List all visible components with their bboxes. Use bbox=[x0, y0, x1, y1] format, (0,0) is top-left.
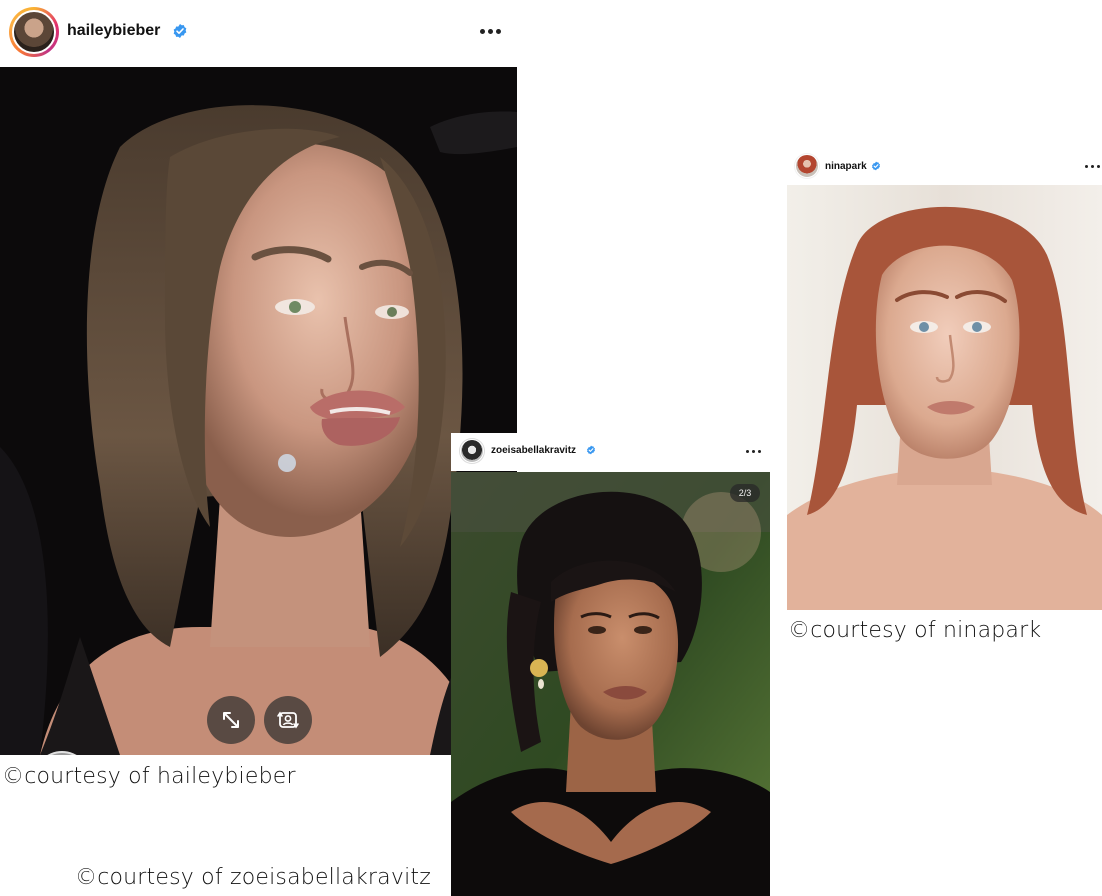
avatar-image bbox=[460, 439, 484, 463]
username[interactable]: zoeisabellakravitz bbox=[491, 445, 576, 456]
expand-icon bbox=[223, 712, 239, 728]
verified-badge-icon bbox=[173, 24, 187, 38]
verified-badge-icon bbox=[872, 161, 880, 171]
post-header-zoeisabellakravitz: zoeisabellakravitz bbox=[451, 433, 770, 471]
avatar-image bbox=[795, 154, 819, 178]
photo-credit-haileybieber: ©courtesy of haileybieber bbox=[2, 764, 296, 789]
photo-credit-zoeisabellakravitz: ©courtesy of zoeisabellakravitz bbox=[75, 865, 431, 890]
post-photo-haileybieber[interactable] bbox=[0, 67, 517, 755]
switch-camera-button[interactable] bbox=[264, 696, 312, 744]
story-avatar[interactable] bbox=[9, 7, 59, 57]
more-options-button[interactable] bbox=[1085, 165, 1100, 168]
avatar bbox=[12, 10, 56, 54]
more-options-button[interactable] bbox=[746, 450, 761, 453]
carousel-counter: 2/3 bbox=[730, 484, 760, 502]
avatar[interactable] bbox=[459, 438, 485, 464]
more-options-button[interactable] bbox=[480, 29, 501, 34]
photo-credit-ninapark: ©courtesy of ninapark bbox=[788, 618, 1042, 643]
verified-badge-icon bbox=[587, 445, 595, 455]
expand-button[interactable] bbox=[207, 696, 255, 744]
post-photo-ninapark[interactable] bbox=[787, 185, 1102, 610]
switch-camera-icon bbox=[277, 711, 299, 729]
avatar[interactable] bbox=[794, 153, 820, 179]
post-header-ninapark: ninapark bbox=[787, 150, 1102, 184]
username[interactable]: haileybieber bbox=[67, 22, 160, 40]
post-photo-zoeisabellakravitz[interactable] bbox=[451, 472, 770, 896]
username[interactable]: ninapark bbox=[825, 161, 867, 172]
post-header-haileybieber: haileybieber bbox=[0, 0, 517, 64]
